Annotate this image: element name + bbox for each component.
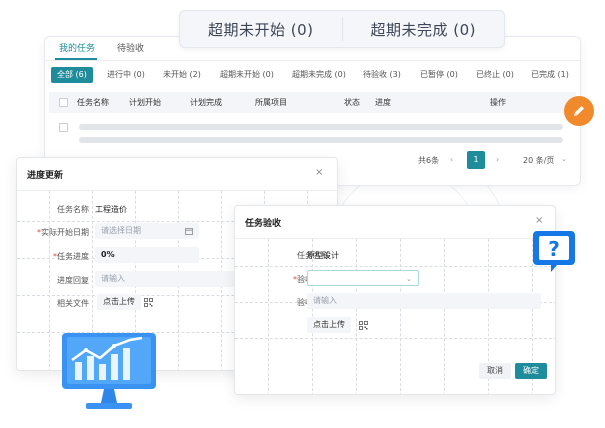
- upload-button[interactable]: 点击上传: [97, 294, 141, 310]
- dialog-title: 任务验收: [245, 219, 282, 229]
- filter-overdue-not-started[interactable]: 超期未开始 (0): [220, 67, 274, 83]
- filter-all[interactable]: 全部 (6): [51, 67, 93, 83]
- filter-terminated[interactable]: 已终止 (0): [476, 67, 514, 83]
- canvas: 超期未开始 (0) 超期未完成 (0) 我的任务 待验收 全部 (6) 进行中 …: [0, 0, 605, 428]
- acceptance-result-select[interactable]: ⌄: [307, 270, 419, 286]
- calendar-icon: [185, 228, 193, 235]
- filter-completed[interactable]: 已完成 (1): [531, 67, 569, 83]
- tab-pending-acceptance[interactable]: 待验收: [117, 41, 144, 54]
- chevron-down-icon: ⌄: [406, 275, 412, 283]
- task-name-label: 任务名称: [57, 205, 89, 214]
- overdue-summary-bar: 超期未开始 (0) 超期未完成 (0): [179, 10, 505, 48]
- column-actions[interactable]: 操作: [490, 97, 506, 108]
- divider: [235, 238, 555, 239]
- overdue-not-started-tab[interactable]: 超期未开始 (0): [180, 11, 342, 47]
- question-icon[interactable]: ?: [529, 225, 579, 275]
- chevron-down-icon[interactable]: ⌄: [561, 155, 567, 163]
- confirm-button[interactable]: 确定: [515, 363, 547, 379]
- dialog-title: 进度更新: [27, 171, 64, 181]
- column-status[interactable]: 状态: [344, 97, 360, 108]
- grid-line: [235, 266, 555, 267]
- column-plan-finish[interactable]: 计划完成: [190, 97, 222, 108]
- tab-my-tasks[interactable]: 我的任务: [59, 41, 95, 54]
- table-row-placeholder: [79, 124, 563, 130]
- page-size-select[interactable]: 20 条/页: [523, 155, 554, 166]
- pagination-total: 共6条: [418, 156, 440, 165]
- column-project[interactable]: 所属项目: [255, 97, 287, 108]
- table-row-placeholder: [79, 137, 563, 143]
- svg-text:?: ?: [548, 237, 560, 261]
- close-icon[interactable]: ×: [315, 167, 323, 178]
- actual-start-date-picker[interactable]: 请选择日期: [95, 223, 199, 239]
- filter-in-progress[interactable]: 进行中 (0): [107, 67, 145, 83]
- grid-line: [235, 338, 555, 339]
- related-files-label: 相关文件: [57, 299, 89, 308]
- active-tab-indicator: [55, 58, 97, 60]
- overdue-not-finished-tab[interactable]: 超期未完成 (0): [343, 11, 505, 47]
- grid-line: [268, 239, 269, 394]
- upload-button[interactable]: 点击上传: [307, 317, 351, 333]
- cancel-button[interactable]: 取消: [479, 363, 511, 379]
- grid-line: [400, 239, 401, 394]
- task-acceptance-dialog: 任务验收 × 任务名称 原型设计 *验收结果 ⌄ 验收意见 请输入 附件 点击上…: [234, 205, 556, 395]
- pagination-prev-button[interactable]: ‹: [450, 155, 453, 164]
- pencil-icon[interactable]: [564, 96, 594, 126]
- acceptance-opinion-input[interactable]: 请输入: [307, 293, 541, 309]
- qrcode-icon[interactable]: [359, 321, 368, 330]
- grid-line: [356, 239, 357, 394]
- column-task-name[interactable]: 任务名称: [77, 97, 109, 108]
- pagination-current-page[interactable]: 1: [467, 151, 485, 169]
- progress-reply-label: 进度回复: [57, 276, 89, 285]
- filter-overdue-not-finished[interactable]: 超期未完成 (0): [292, 67, 346, 83]
- grid-line: [444, 239, 445, 394]
- row-checkbox[interactable]: [59, 123, 68, 132]
- table-header: 任务名称 计划开始 计划完成 所属项目 状态 进度 操作: [49, 92, 576, 113]
- column-plan-start[interactable]: 计划开始: [129, 97, 161, 108]
- pagination-next-button[interactable]: ›: [496, 155, 499, 164]
- filter-paused[interactable]: 已暂停 (0): [420, 67, 458, 83]
- task-progress-label: *任务进度: [53, 252, 89, 261]
- filter-not-started[interactable]: 未开始 (2): [163, 67, 201, 83]
- qrcode-icon[interactable]: [144, 298, 153, 307]
- grid-line: [49, 191, 50, 370]
- column-progress[interactable]: 进度: [375, 97, 391, 108]
- filter-pending-acceptance[interactable]: 待验收 (3): [363, 67, 401, 83]
- monitor-chart-icon: [60, 330, 158, 412]
- select-all-checkbox[interactable]: [59, 98, 68, 107]
- task-name-value: 原型设计: [307, 251, 339, 260]
- actual-start-date-label: *实际开始日期: [37, 228, 89, 237]
- task-name-value: 工程造价: [95, 205, 127, 214]
- divider: [17, 190, 337, 191]
- status-filter-bar: 全部 (6) 进行中 (0) 未开始 (2) 超期未开始 (0) 超期未完成 (…: [45, 67, 580, 83]
- task-progress-input[interactable]: 0%: [95, 247, 199, 263]
